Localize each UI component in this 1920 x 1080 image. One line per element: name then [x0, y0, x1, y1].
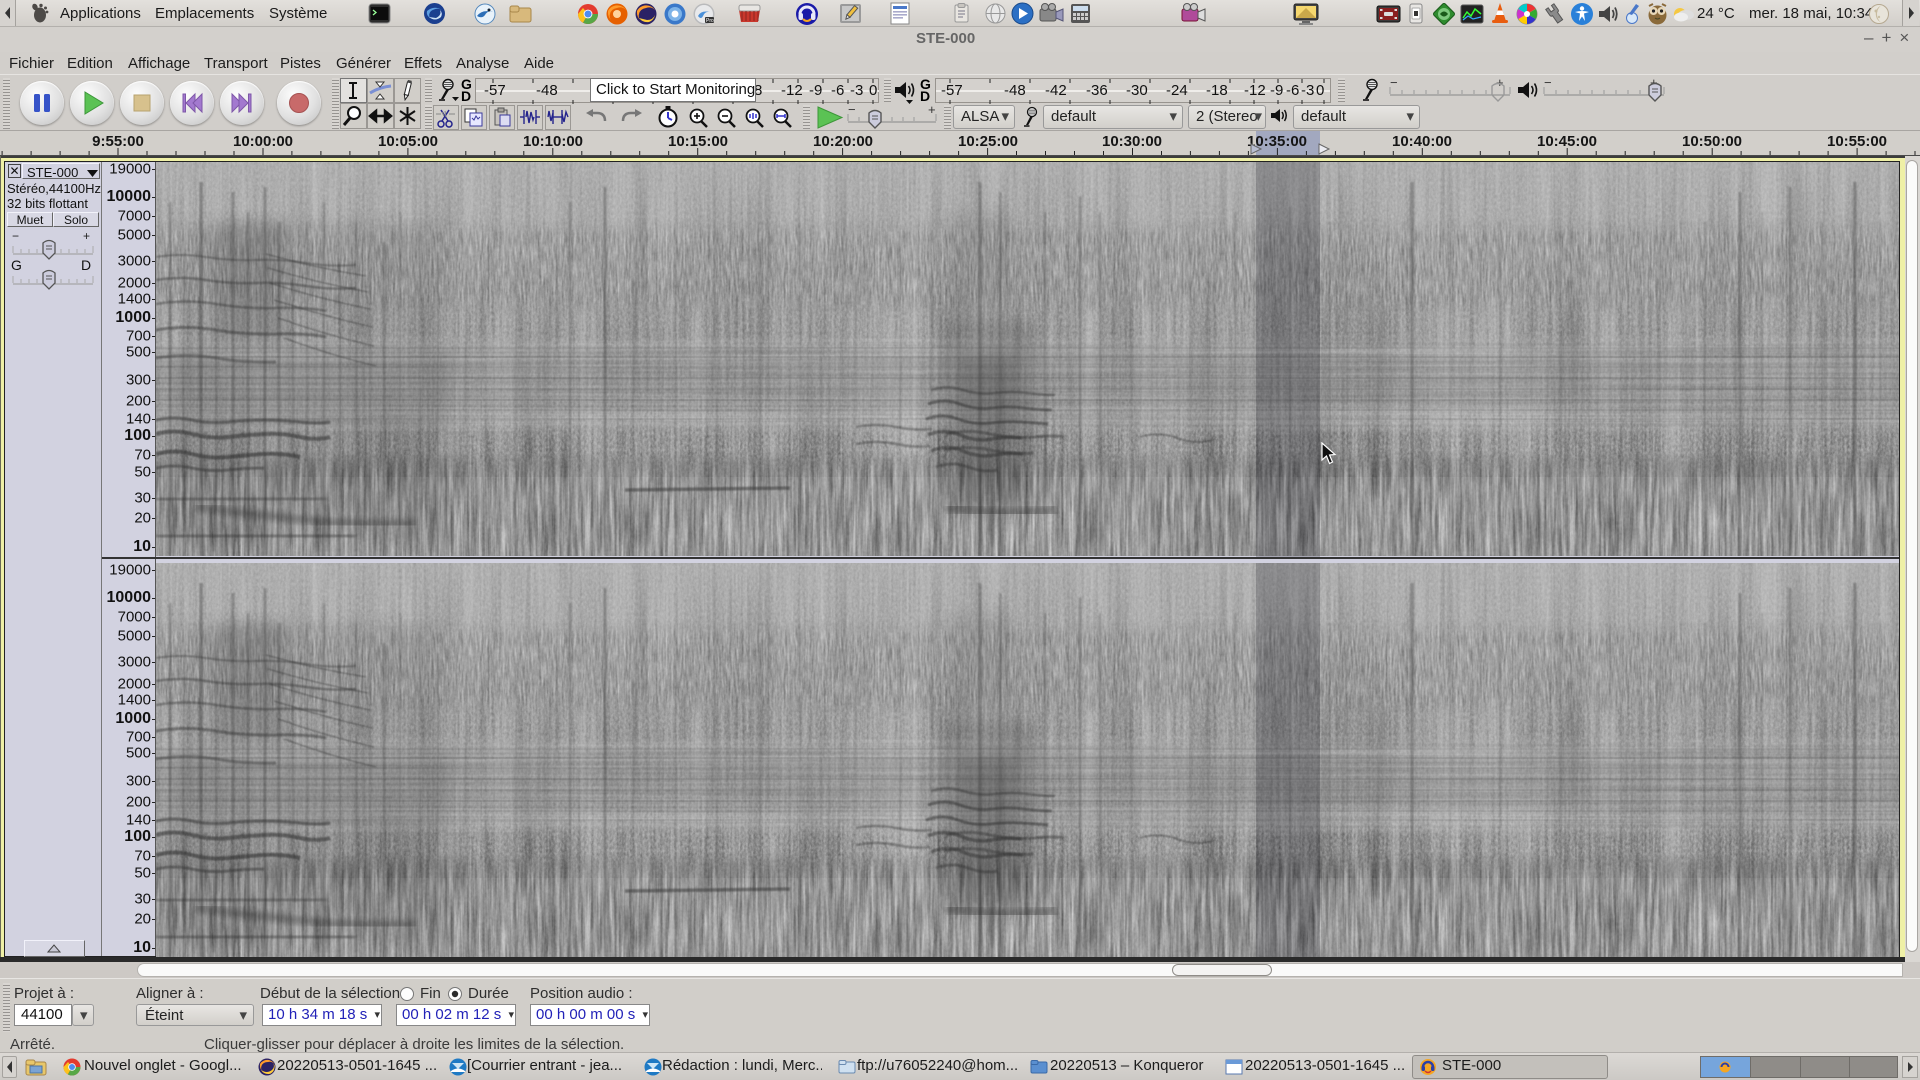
svg-text:+: + [83, 230, 90, 243]
svg-text:−: − [12, 230, 19, 243]
svg-text:Pro: Pro [706, 18, 714, 24]
svg-text:+: + [928, 105, 936, 117]
svg-text:−: − [848, 105, 856, 117]
svg-text:G: G [11, 258, 22, 273]
svg-text:D: D [81, 258, 91, 273]
svg-text:−: − [1390, 78, 1398, 90]
svg-text:−: − [1544, 78, 1552, 90]
